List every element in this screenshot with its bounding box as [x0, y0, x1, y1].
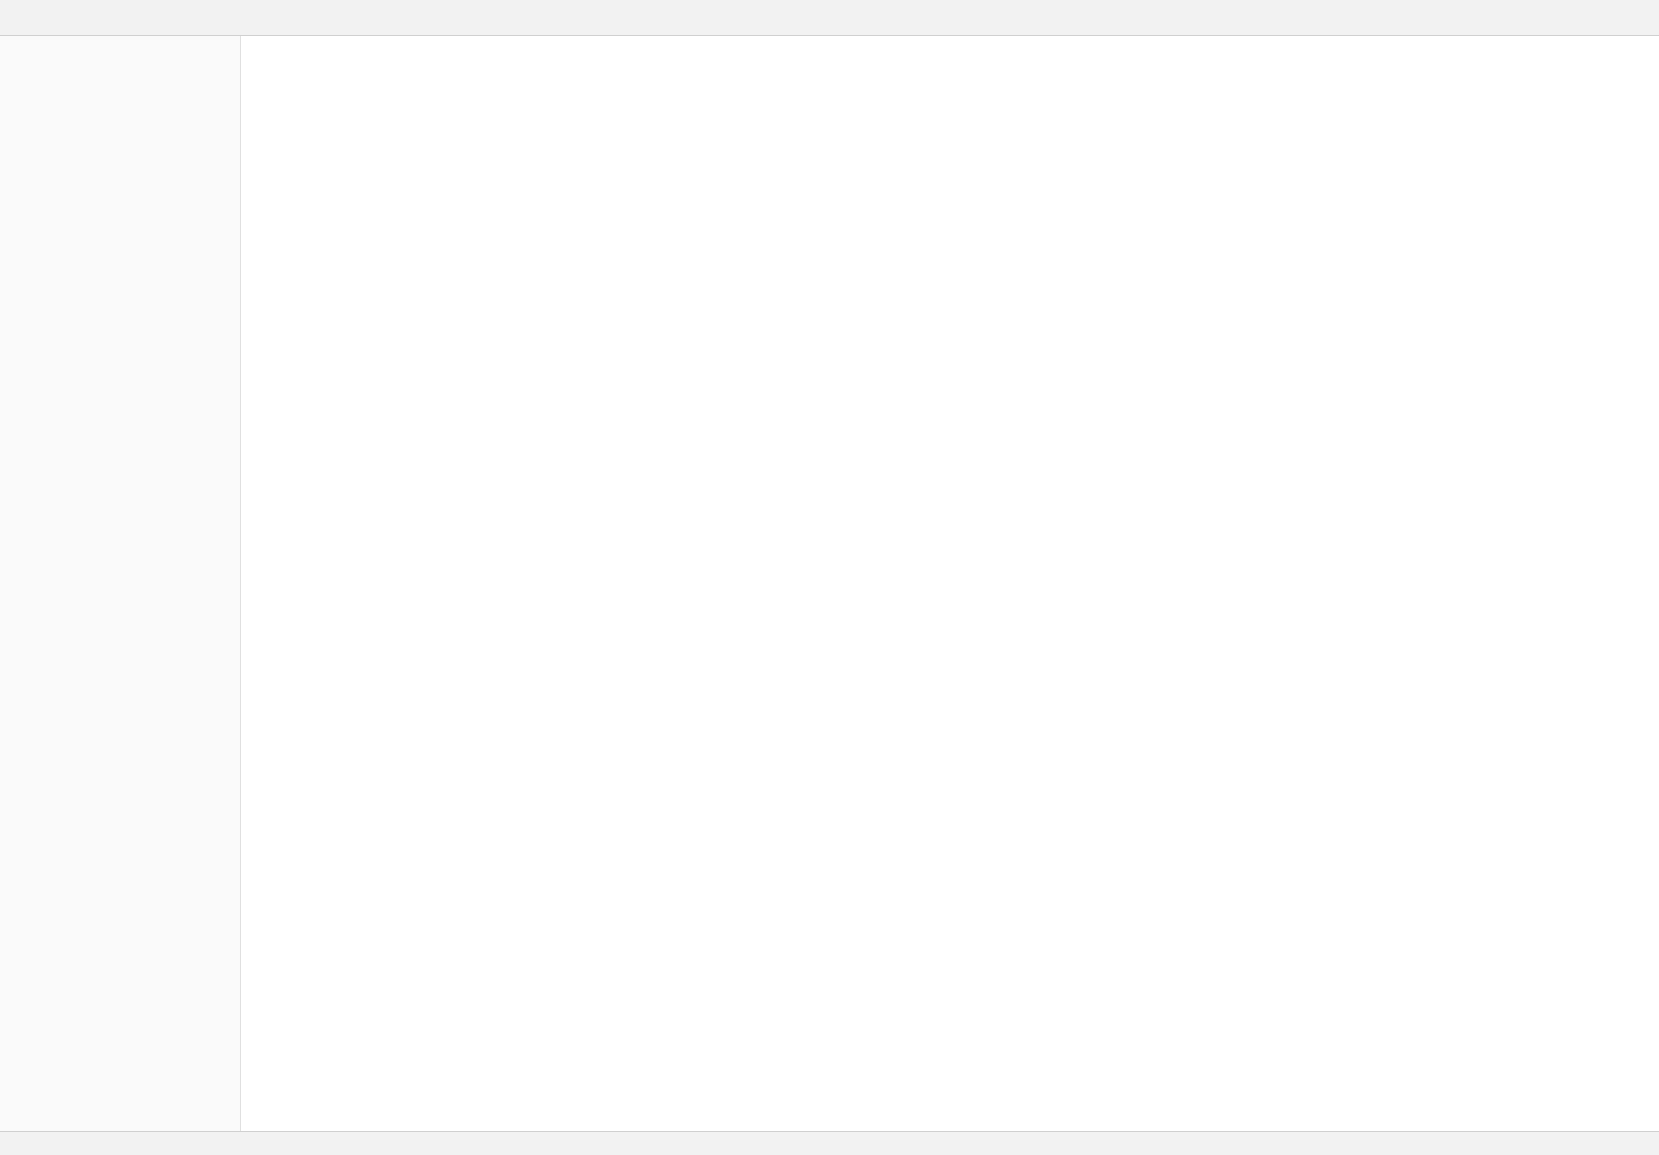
content-area — [0, 36, 1659, 1131]
sidebar — [0, 36, 241, 1131]
main-panel — [241, 36, 1659, 1131]
app-window — [0, 0, 1659, 1155]
title-bar — [0, 0, 1659, 36]
status-bar — [0, 1131, 1659, 1155]
